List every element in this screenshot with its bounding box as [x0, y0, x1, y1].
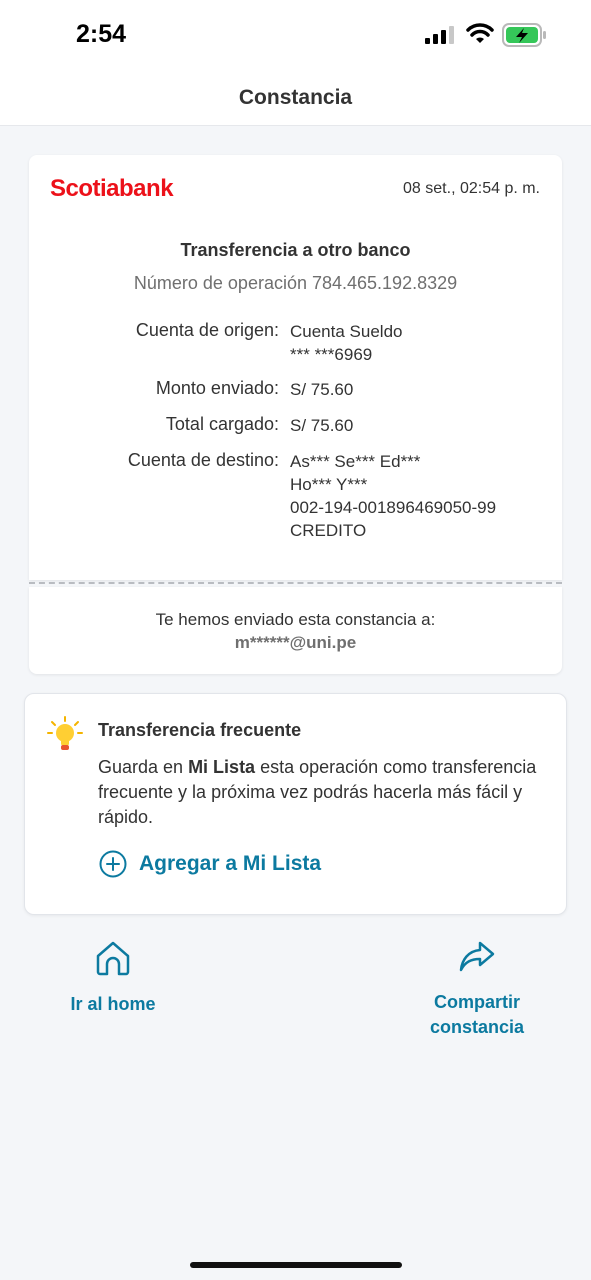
receipt-title: Transferencia a otro banco [180, 240, 411, 260]
detail-value: As*** Se*** Ed*** Ho*** Y*** 002-194-001… [290, 450, 496, 542]
detail-label: Total cargado: [165, 414, 279, 434]
add-to-my-list-label: Agregar a Mi Lista [139, 852, 322, 875]
page-title: Constancia [238, 85, 353, 109]
share-receipt-label-line: constancia [429, 1017, 525, 1037]
go-home-button[interactable]: Ir al home [50, 940, 176, 1017]
detail-label: Monto enviado: [155, 378, 279, 398]
nav-header: Constancia [0, 70, 591, 126]
detail-value-line: Cuenta Sueldo [290, 322, 403, 341]
share-icon [459, 941, 495, 972]
detail-value: S/ 75.60 [290, 378, 353, 401]
detail-value-line: 002-194-001896469050-99 [290, 498, 497, 517]
signal-icon [425, 26, 454, 44]
receipt-tear-divider [29, 582, 562, 584]
home-icon [96, 941, 130, 976]
wifi-icon [466, 23, 494, 43]
receipt-card: Scotiabank 08 set., 02:54 p. m. Transfer… [29, 155, 562, 580]
tip-body-text: Guarda en [98, 757, 189, 777]
sent-to-label: Te hemos enviado esta constancia a: [155, 610, 436, 629]
detail-value: S/ 75.60 [290, 414, 353, 437]
detail-value-line: S/ 75.60 [290, 380, 354, 399]
tip-body-highlight: Mi Lista [188, 757, 256, 777]
sent-to-email: m******@uni.pe [234, 633, 357, 652]
share-receipt-label-line: Compartir [433, 992, 520, 1012]
frequent-transfer-card: Transferencia frecuente Guarda en Mi Lis… [24, 693, 567, 915]
plus-circle-icon [99, 850, 127, 878]
add-to-my-list-button[interactable]: Agregar a Mi Lista [99, 850, 321, 878]
receipt-date: 08 set., 02:54 p. m. [403, 180, 540, 197]
operation-number: Número de operación 784.465.192.8329 [133, 273, 458, 293]
detail-value-line: *** ***6969 [290, 345, 373, 364]
status-time: 2:54 [76, 20, 127, 48]
detail-row-destination: Cuenta de destino: As*** Se*** Ed*** Ho*… [29, 450, 562, 542]
detail-row-total-charged: Total cargado: S/ 75.60 [29, 414, 562, 437]
scotiabank-logo: Scotiabank [50, 175, 174, 202]
sent-to-card: Te hemos enviado esta constancia a: m***… [29, 587, 562, 674]
go-home-label: Ir al home [70, 994, 156, 1014]
lightbulb-icon [47, 716, 83, 750]
detail-value-line: S/ 75.60 [290, 416, 354, 435]
detail-value-line: CREDITO [290, 521, 367, 540]
detail-value-line: As*** Se*** Ed*** [290, 452, 421, 471]
detail-row-amount-sent: Monto enviado: S/ 75.60 [29, 378, 562, 401]
detail-row-origin: Cuenta de origen: Cuenta Sueldo *** ***6… [29, 320, 562, 366]
tip-body: Guarda en Mi Lista esta operación como t… [98, 755, 538, 830]
share-receipt-label: Compartir constancia [410, 990, 544, 1040]
share-receipt-button[interactable]: Compartir constancia [410, 940, 544, 1040]
home-indicator[interactable] [190, 1262, 402, 1268]
status-bar: 2:54 [0, 0, 591, 70]
detail-label: Cuenta de destino: [127, 450, 279, 470]
battery-charging-icon [502, 23, 546, 47]
detail-label: Cuenta de origen: [135, 320, 279, 340]
detail-value-line: Ho*** Y*** [290, 475, 368, 494]
tip-title: Transferencia frecuente [98, 720, 302, 740]
detail-value: Cuenta Sueldo *** ***6969 [290, 320, 402, 366]
